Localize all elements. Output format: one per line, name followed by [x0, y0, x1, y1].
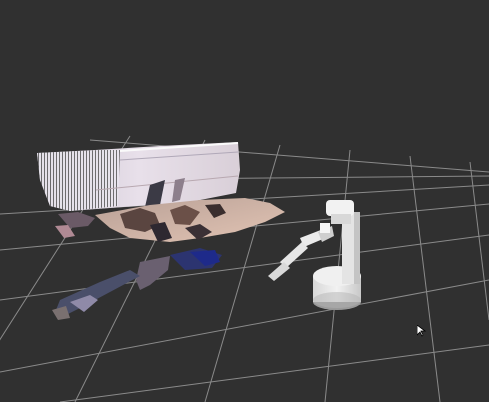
robot-model[interactable] [268, 200, 361, 310]
point-cloud-floor [52, 248, 222, 320]
mouse-pointer-icon [417, 325, 427, 337]
3d-viewport[interactable] [0, 0, 489, 402]
scene-canvas[interactable] [0, 0, 489, 402]
